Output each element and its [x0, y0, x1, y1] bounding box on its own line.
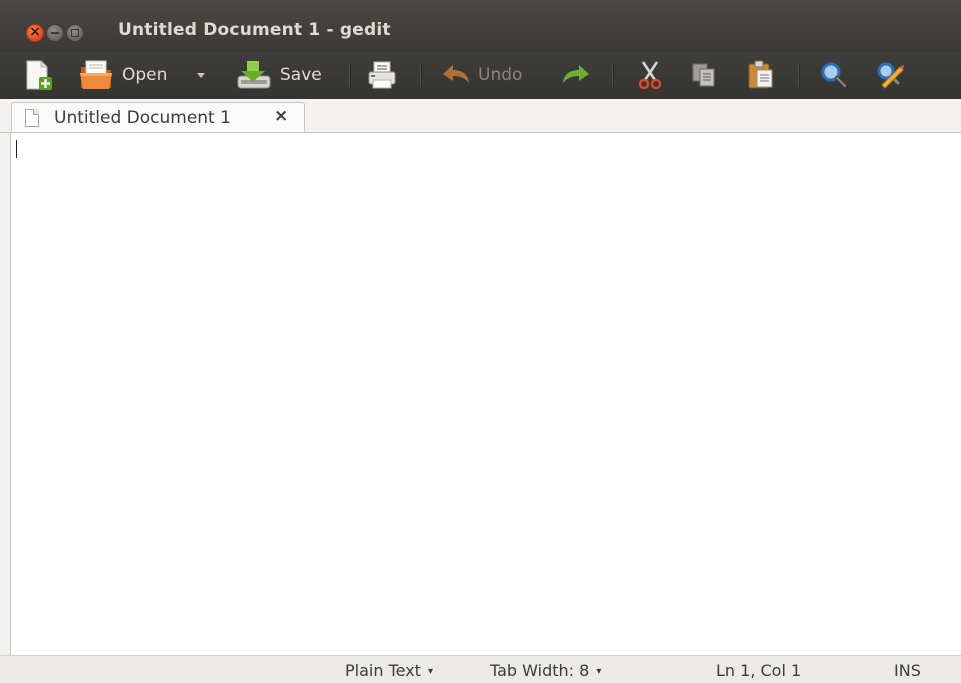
- language-selector[interactable]: Plain Text ▾: [345, 661, 433, 680]
- tab-width-selector[interactable]: Tab Width: 8 ▾: [490, 661, 601, 680]
- cursor-position: Ln 1, Col 1: [716, 661, 802, 680]
- paste-button[interactable]: [744, 58, 776, 92]
- title-bar: Untitled Document 1 - gedit: [0, 0, 961, 52]
- redo-icon: [563, 65, 589, 83]
- open-label: Open: [122, 65, 168, 85]
- find-button[interactable]: [818, 58, 850, 92]
- print-button[interactable]: [366, 58, 398, 92]
- window-close-button[interactable]: [26, 23, 44, 42]
- undo-icon: [443, 65, 469, 83]
- tab-close-button[interactable]: ×: [274, 106, 288, 126]
- paste-icon: [748, 60, 773, 89]
- tab-label: Untitled Document 1: [54, 108, 231, 128]
- redo-button[interactable]: [560, 58, 592, 92]
- undo-label: Undo: [478, 65, 523, 85]
- toolbar-separator: [798, 65, 800, 87]
- save-label: Save: [280, 65, 322, 85]
- open-folder-icon: [80, 60, 112, 89]
- open-button[interactable]: Open: [78, 58, 167, 92]
- text-editor-area[interactable]: [10, 133, 961, 655]
- toolbar-separator: [612, 65, 614, 87]
- find-replace-icon: [877, 62, 904, 89]
- cut-button[interactable]: [634, 58, 666, 92]
- cut-icon: [638, 61, 662, 90]
- save-button[interactable]: Save: [236, 58, 322, 92]
- copy-button[interactable]: [688, 58, 720, 92]
- open-recent-dropdown[interactable]: [196, 58, 206, 92]
- dropdown-arrow-icon: ▾: [427, 666, 433, 677]
- tab-untitled-document-1[interactable]: Untitled Document 1 ×: [11, 102, 305, 132]
- search-icon: [821, 62, 847, 88]
- tab-width-label: Tab Width: 8: [490, 661, 590, 680]
- language-label: Plain Text: [345, 661, 421, 680]
- window-minimize-button[interactable]: [46, 24, 64, 42]
- status-bar: Plain Text ▾ Tab Width: 8 ▾ Ln 1, Col 1 IN…: [0, 655, 961, 683]
- toolbar-separator: [349, 65, 351, 87]
- text-caret: [16, 140, 17, 158]
- new-button[interactable]: [24, 58, 54, 92]
- text-document-icon: [25, 109, 39, 127]
- window-title: Untitled Document 1 - gedit: [118, 20, 391, 40]
- tab-strip: Untitled Document 1 ×: [0, 99, 961, 133]
- find-replace-button[interactable]: [874, 58, 906, 92]
- dropdown-arrow-icon: ▾: [596, 666, 602, 677]
- toolbar-separator: [420, 65, 422, 87]
- save-icon: [237, 61, 271, 89]
- insert-mode-indicator: INS: [894, 661, 921, 680]
- print-icon: [368, 61, 396, 89]
- undo-button[interactable]: Undo: [440, 58, 522, 92]
- copy-icon: [692, 63, 715, 87]
- window-maximize-button[interactable]: [66, 24, 84, 42]
- dropdown-arrow-icon: [197, 73, 205, 78]
- new-document-icon: [26, 60, 52, 90]
- toolbar: Open Save Undo: [0, 52, 961, 100]
